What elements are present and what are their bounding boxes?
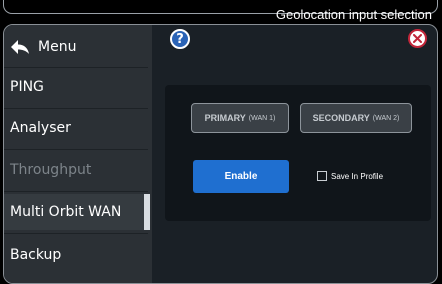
enable-button[interactable]: Enable xyxy=(193,160,289,193)
separator xyxy=(4,67,148,68)
help-icon[interactable]: ? xyxy=(170,29,190,49)
separator xyxy=(4,233,148,234)
menu-label: Menu xyxy=(38,39,77,55)
back-arrow-icon xyxy=(11,40,29,54)
caption: Geolocation input selection xyxy=(275,7,432,22)
sidebar-item-analyser[interactable]: Analyser xyxy=(4,110,148,146)
primary-wan-button[interactable]: PRIMARY (WAN 1) xyxy=(191,103,289,133)
save-in-profile-checkbox[interactable] xyxy=(317,171,327,181)
separator xyxy=(4,149,148,150)
secondary-wan-label: SECONDARY xyxy=(312,113,370,123)
close-button[interactable] xyxy=(408,29,427,48)
save-in-profile-option[interactable]: Save In Profile xyxy=(317,171,383,181)
sidebar-item-multi-orbit-wan[interactable]: Multi Orbit WAN xyxy=(4,194,148,230)
secondary-wan-sub: (WAN 2) xyxy=(372,114,400,122)
active-indicator xyxy=(144,194,150,230)
menu-button[interactable]: Menu xyxy=(4,31,148,63)
primary-wan-sub: (WAN 1) xyxy=(248,114,276,122)
close-icon xyxy=(413,34,422,43)
main-panel: Menu PING Analyser Throughput Multi Orbi… xyxy=(3,24,438,284)
sidebar-item-ping[interactable]: PING xyxy=(4,69,148,105)
sidebar: Menu PING Analyser Throughput Multi Orbi… xyxy=(4,25,152,283)
save-in-profile-label: Save In Profile xyxy=(331,171,384,181)
separator xyxy=(4,108,148,109)
secondary-wan-button[interactable]: SECONDARY (WAN 2) xyxy=(300,103,412,133)
separator xyxy=(4,191,148,192)
sidebar-item-backup[interactable]: Backup xyxy=(4,237,148,273)
primary-wan-label: PRIMARY xyxy=(204,113,246,123)
sidebar-item-throughput[interactable]: Throughput xyxy=(4,152,148,188)
wan-settings-card: PRIMARY (WAN 1) SECONDARY (WAN 2) Enable… xyxy=(165,85,431,221)
